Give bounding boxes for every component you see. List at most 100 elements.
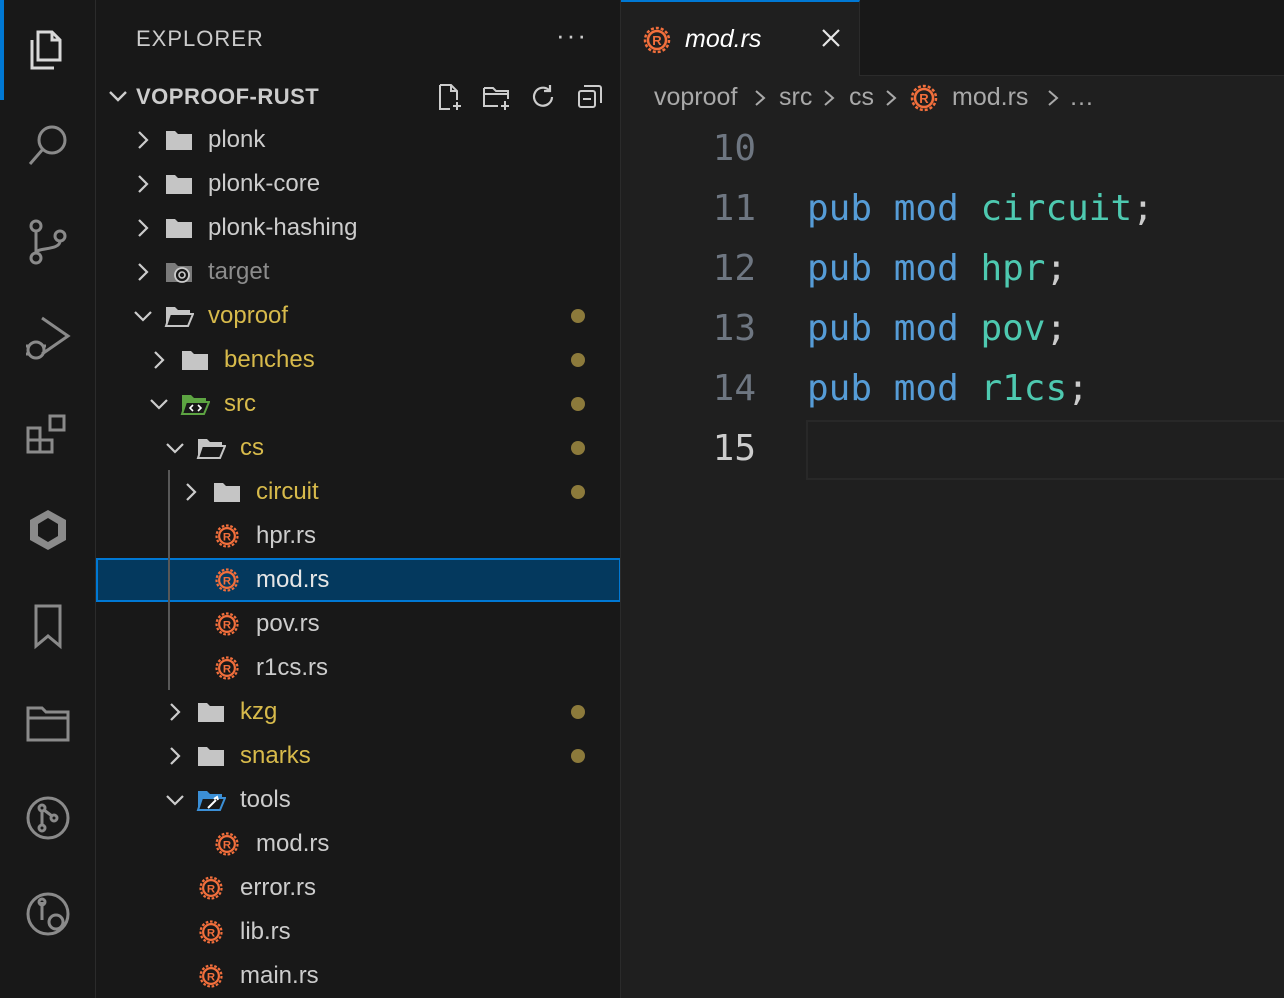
tab-bar: R mod.rs bbox=[621, 0, 1284, 76]
tree-item-label: target bbox=[208, 258, 270, 285]
explorer-icon[interactable] bbox=[0, 2, 96, 98]
refresh-icon bbox=[532, 85, 554, 107]
project-header[interactable]: VOPROOF-RUST bbox=[96, 74, 620, 118]
code-token: hpr bbox=[980, 248, 1046, 289]
breadcrumb-symbols[interactable]: … bbox=[1069, 83, 1094, 112]
rust-file-icon: R bbox=[215, 656, 239, 680]
file-item[interactable]: Rmod.rs bbox=[96, 822, 620, 866]
folder-open-icon bbox=[164, 307, 194, 327]
line-number: 12 bbox=[712, 248, 756, 289]
code-token: mod bbox=[893, 368, 959, 409]
breadcrumb-voproof[interactable]: voproof bbox=[654, 83, 737, 112]
folder-icon bbox=[166, 219, 192, 238]
git-graph-icon[interactable] bbox=[0, 770, 96, 866]
file-item[interactable]: Rmod.rs bbox=[96, 558, 620, 602]
folder-item[interactable]: kzg bbox=[96, 690, 620, 734]
run-debug-icon[interactable] bbox=[0, 290, 96, 386]
file-item[interactable]: Rmain.rs bbox=[96, 954, 620, 998]
code-token: ; bbox=[1045, 248, 1068, 289]
explorer-title: EXPLORER bbox=[136, 26, 264, 51]
code-token: pub bbox=[807, 308, 873, 349]
search-icon[interactable] bbox=[0, 98, 96, 194]
extensions-icon[interactable] bbox=[0, 386, 96, 482]
bookmarks-icon[interactable] bbox=[0, 578, 96, 674]
line-number: 10 bbox=[712, 128, 756, 169]
tree-item-label: mod.rs bbox=[256, 566, 330, 593]
git-history-icon[interactable] bbox=[0, 866, 96, 962]
chevron-right-icon bbox=[170, 703, 181, 721]
tree-item-label: lib.rs bbox=[240, 918, 291, 945]
more-actions-button[interactable]: ··· bbox=[556, 20, 588, 51]
code-token: r1cs bbox=[980, 368, 1068, 409]
folder-item[interactable]: plonk-hashing bbox=[96, 206, 620, 250]
tree-item-label: voproof bbox=[208, 302, 289, 329]
folder-icon bbox=[198, 747, 224, 766]
folder-item[interactable]: target bbox=[96, 250, 620, 294]
file-item[interactable]: Rerror.rs bbox=[96, 866, 620, 910]
tree-item-label: error.rs bbox=[240, 874, 317, 901]
tree-item-label: kzg bbox=[240, 698, 278, 725]
chevron-down-icon bbox=[134, 311, 152, 322]
code-editor[interactable]: 10 11 pub mod circuit; 12 pub mod hpr; 13 pub … bbox=[621, 120, 1284, 998]
folder-item[interactable]: plonk bbox=[96, 118, 620, 162]
collapse-all-icon bbox=[578, 85, 602, 108]
modified-dot bbox=[571, 353, 585, 367]
folder-item[interactable]: cs bbox=[96, 426, 620, 470]
explorer-sidebar: EXPLORER ··· VOPROOF-RUST plonk plonk-cor… bbox=[96, 0, 621, 998]
source-control-icon[interactable] bbox=[0, 194, 96, 290]
file-item[interactable]: Rr1cs.rs bbox=[96, 646, 620, 690]
breadcrumb-src[interactable]: src bbox=[779, 83, 812, 112]
svg-text:R: R bbox=[919, 91, 929, 106]
folder-item[interactable]: voproof bbox=[96, 294, 620, 338]
folder-icon bbox=[214, 483, 240, 502]
code-token: pub bbox=[807, 248, 873, 289]
chevron-right-icon bbox=[138, 175, 149, 193]
folder-icon bbox=[166, 263, 192, 283]
file-item[interactable]: Rhpr.rs bbox=[96, 514, 620, 558]
new-folder-button[interactable] bbox=[479, 80, 513, 114]
chevron-down-icon bbox=[150, 399, 168, 410]
line-number: 14 bbox=[712, 368, 756, 409]
folder-icon bbox=[198, 703, 224, 722]
new-file-button[interactable] bbox=[432, 80, 466, 114]
folder-item[interactable]: src bbox=[96, 382, 620, 426]
folder-item[interactable]: snarks bbox=[96, 734, 620, 778]
close-icon[interactable] bbox=[819, 26, 843, 50]
folder-item[interactable]: plonk-core bbox=[96, 162, 620, 206]
code-token: mod bbox=[893, 248, 959, 289]
tab-label: mod.rs bbox=[685, 25, 762, 53]
collapse-all-button[interactable] bbox=[573, 80, 607, 114]
folder-item[interactable]: circuit bbox=[96, 470, 620, 514]
rust-file-icon: R bbox=[215, 832, 239, 856]
rust-file-icon: R bbox=[199, 964, 223, 988]
modified-dot bbox=[571, 485, 585, 499]
line-content: pub mod r1cs; bbox=[807, 368, 1089, 409]
file-item[interactable]: Rlib.rs bbox=[96, 910, 620, 954]
file-item[interactable]: Rpov.rs bbox=[96, 602, 620, 646]
modified-dot bbox=[571, 705, 585, 719]
rust-file-icon: R bbox=[215, 524, 239, 548]
breadcrumb-cs[interactable]: cs bbox=[849, 83, 874, 112]
indent-guide bbox=[168, 470, 170, 690]
refresh-button[interactable] bbox=[526, 80, 560, 114]
code-token: pub bbox=[807, 368, 873, 409]
rust-analyzer-icon[interactable] bbox=[0, 482, 96, 578]
project-manager-icon[interactable] bbox=[0, 674, 96, 770]
folder-item[interactable]: benches bbox=[96, 338, 620, 382]
folder-item[interactable]: tools bbox=[96, 778, 620, 822]
tree-item-label: pov.rs bbox=[256, 610, 320, 637]
tree-item-label: plonk-core bbox=[208, 170, 321, 197]
activity-bar bbox=[0, 0, 96, 998]
chevron-right-icon bbox=[138, 219, 149, 237]
svg-text:R: R bbox=[207, 971, 215, 983]
tree-item-label: cs bbox=[240, 434, 264, 461]
breadcrumb-mod-rs[interactable]: mod.rs bbox=[952, 83, 1028, 112]
line-content: pub mod pov; bbox=[807, 308, 1067, 349]
tab-mod-rs[interactable]: R mod.rs bbox=[621, 0, 860, 76]
tree-item-label: src bbox=[224, 390, 256, 417]
rust-file-icon: R bbox=[199, 876, 223, 900]
